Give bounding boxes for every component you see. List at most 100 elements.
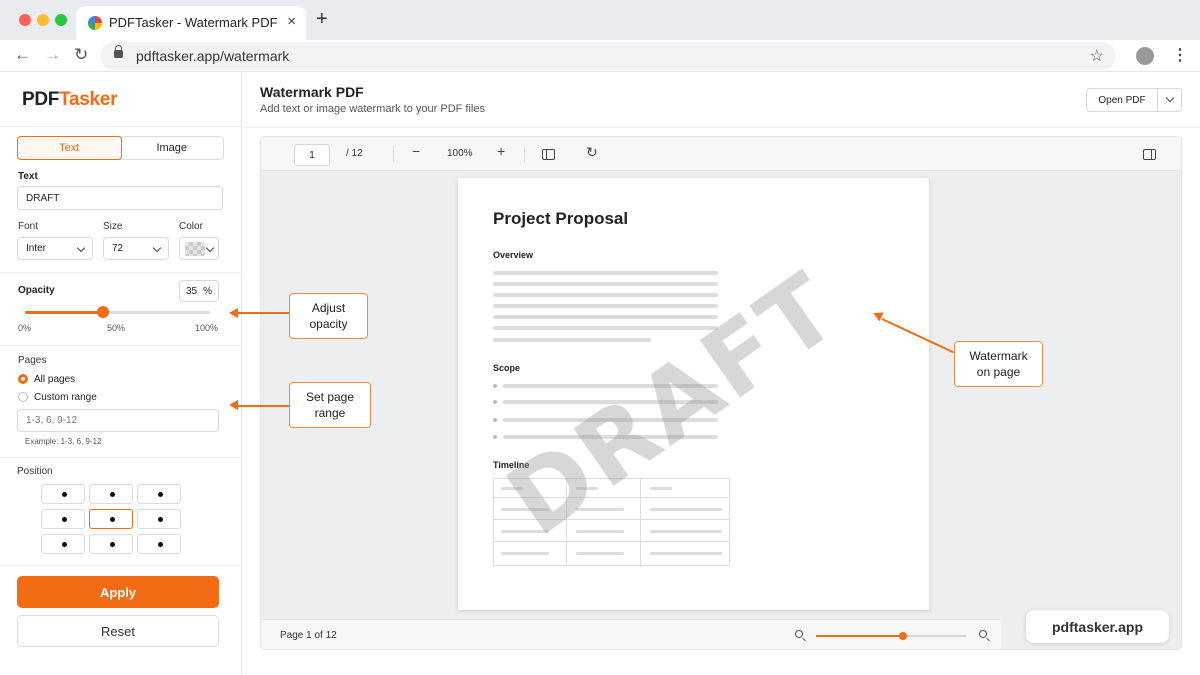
zoom-in-icon[interactable]: + [497, 143, 505, 159]
app-logo[interactable]: PDFTasker [22, 89, 117, 111]
mode-toggle: Text Image [17, 136, 224, 160]
settings-sidebar: PDFTasker Text Image Text DRAFT Font Siz… [0, 73, 242, 675]
address-bar[interactable]: pdftasker.app/watermark ☆ [100, 42, 1116, 70]
position-bottom-center[interactable] [89, 534, 133, 554]
opacity-slider-thumb[interactable] [96, 306, 109, 318]
table-cell [501, 552, 549, 555]
page-range-input[interactable] [17, 409, 219, 432]
page-number-input[interactable]: 1 [294, 144, 330, 166]
minimize-window-button[interactable] [37, 14, 49, 26]
custom-range-radio[interactable] [18, 392, 28, 402]
position-top-right[interactable] [137, 484, 181, 504]
tab-text[interactable]: Text [17, 136, 122, 160]
table-cell [576, 552, 624, 555]
main-header: Watermark PDF Add text or image watermar… [243, 73, 1200, 128]
position-dot [62, 492, 67, 497]
position-bottom-left[interactable] [41, 534, 85, 554]
maximize-window-button[interactable] [55, 14, 67, 26]
pdf-page: Project Proposal Overview Scope Timeline… [458, 178, 929, 610]
position-top-left[interactable] [41, 484, 85, 504]
reload-icon[interactable]: ↻ [74, 45, 88, 65]
bullet [493, 435, 497, 439]
favicon-icon [88, 16, 102, 30]
divider [0, 345, 242, 346]
viewer-footer: Page 1 of 12 [261, 619, 1001, 649]
table-cell [650, 530, 722, 533]
divider [0, 272, 242, 273]
bullet [493, 418, 497, 422]
callout-arrow [236, 405, 289, 407]
text-line [493, 293, 718, 297]
open-pdf-button[interactable]: Open PDF [1086, 88, 1182, 112]
table-cell [650, 487, 672, 490]
divider [0, 565, 242, 566]
arrow-head-icon [229, 308, 238, 318]
custom-range-label: Custom range [34, 392, 97, 403]
new-tab-icon[interactable]: + [316, 8, 328, 31]
rotate-icon[interactable]: ↻ [586, 144, 598, 161]
zoom-slider-fill [816, 635, 903, 637]
document-title: Project Proposal [493, 209, 629, 228]
profile-avatar[interactable] [1136, 47, 1154, 65]
position-dot [158, 492, 163, 497]
watermark-text-input[interactable]: DRAFT [17, 186, 223, 210]
divider [0, 457, 242, 458]
position-middle-center[interactable] [89, 509, 133, 529]
chevron-down-icon [152, 243, 162, 253]
zoom-slider-thumb[interactable] [899, 632, 907, 640]
size-select[interactable]: 72 [103, 237, 169, 260]
browser-tabbar: PDFTasker - Watermark PDF × + [0, 0, 1200, 40]
zoom-out-icon[interactable] [795, 630, 803, 638]
logo-text-tasker: Tasker [59, 89, 118, 110]
pages-label: Pages [18, 355, 47, 366]
font-select[interactable]: Inter [17, 237, 93, 260]
bookmark-star-icon[interactable]: ☆ [1090, 46, 1104, 66]
page-range-hint: Example: 1-3, 6, 9-12 [25, 437, 102, 446]
forward-icon[interactable]: → [44, 45, 61, 65]
callout-adjust-opacity: Adjust opacity [289, 293, 368, 339]
callout-text: Adjust opacity [309, 301, 348, 331]
opacity-tick-max: 100% [195, 323, 219, 333]
chevron-down-icon[interactable] [1165, 93, 1175, 103]
back-icon[interactable]: ← [14, 45, 31, 65]
opacity-slider[interactable] [25, 306, 210, 318]
position-bottom-right[interactable] [137, 534, 181, 554]
lock-icon [114, 45, 123, 58]
callout-set-page-range: Set page range [289, 382, 371, 428]
close-tab-icon[interactable]: × [287, 13, 296, 30]
position-middle-right[interactable] [137, 509, 181, 529]
position-top-center[interactable] [89, 484, 133, 504]
divider [1157, 89, 1158, 111]
sidebar-toggle-icon[interactable] [542, 149, 555, 160]
apply-button[interactable]: Apply [17, 576, 219, 608]
position-label: Position [17, 466, 53, 477]
position-middle-left[interactable] [41, 509, 85, 529]
page-title: Watermark PDF [260, 84, 364, 100]
tab-image[interactable]: Image [121, 137, 224, 159]
chevron-down-icon [205, 243, 215, 253]
browser-tab[interactable]: PDFTasker - Watermark PDF × [76, 6, 306, 40]
table-cell [650, 552, 722, 555]
zoom-in-icon[interactable] [979, 630, 987, 638]
opacity-input[interactable]: 35 % [179, 280, 219, 302]
position-dot [110, 542, 115, 547]
color-picker[interactable] [179, 237, 219, 260]
viewer-toolbar: 1 / 12 − 100% + ↻ [261, 137, 1181, 171]
text-line [493, 304, 718, 308]
opacity-tick-min: 0% [18, 323, 32, 333]
close-window-button[interactable] [19, 14, 31, 26]
text-line [493, 271, 718, 275]
zoom-slider[interactable] [816, 632, 966, 640]
reset-button[interactable]: Reset [17, 615, 219, 647]
browser-menu-icon[interactable]: ⋮ [1172, 45, 1188, 65]
text-label: Text [18, 171, 38, 182]
panel-toggle-icon[interactable] [1143, 149, 1156, 160]
zoom-out-icon[interactable]: − [412, 143, 420, 159]
size-label: Size [103, 221, 123, 232]
document-section-heading: Scope [493, 363, 521, 373]
all-pages-radio[interactable] [18, 374, 28, 384]
zoom-level[interactable]: 100% [447, 148, 473, 159]
page-subtitle: Add text or image watermark to your PDF … [260, 103, 485, 115]
position-dot [62, 517, 67, 522]
watermark-text-value: DRAFT [26, 192, 60, 204]
